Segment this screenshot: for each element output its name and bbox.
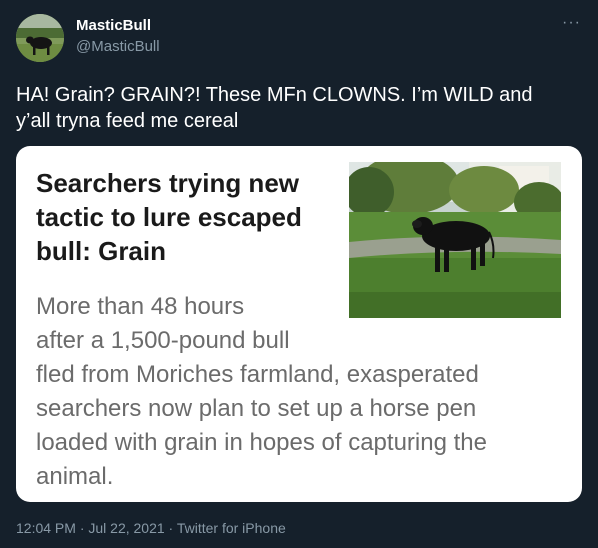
summary-line: after a 1,500-pound bull [36, 327, 290, 354]
tweet-text-line: y’all tryna feed me cereal [16, 110, 239, 132]
article-summary: More than 48 hours after a 1,500-pound b… [36, 290, 566, 494]
user-handle[interactable]: @MasticBull [76, 38, 160, 55]
display-name[interactable]: MasticBull [76, 17, 151, 34]
article-headline: Searchers trying new tactic to lure esca… [36, 166, 346, 268]
headline-line: tactic to lure escaped [36, 202, 302, 232]
tweet-timestamp[interactable]: 12:04 PM · Jul 22, 2021 · Twitter for iP… [16, 520, 286, 536]
summary-line: More than 48 hours [36, 293, 245, 320]
avatar[interactable] [16, 14, 64, 62]
bull-avatar-image [16, 14, 64, 62]
summary-line: animal. [36, 463, 114, 490]
summary-line: searchers now plan to set up a horse pen [36, 395, 477, 422]
tweet-text: HA! Grain? GRAIN?! These MFn CLOWNS. I’m… [16, 82, 586, 134]
summary-line: loaded with grain in hopes of capturing … [36, 429, 487, 456]
tweet-text-line: HA! Grain? GRAIN?! These MFn CLOWNS. I’m… [16, 84, 533, 106]
summary-line: fled from Moriches farmland, exasperated [36, 361, 479, 388]
attached-image-card[interactable]: Searchers trying new tactic to lure esca… [16, 146, 582, 502]
more-options-icon[interactable]: ··· [562, 14, 581, 32]
headline-line: bull: Grain [36, 236, 166, 266]
headline-line: Searchers trying new [36, 168, 299, 198]
